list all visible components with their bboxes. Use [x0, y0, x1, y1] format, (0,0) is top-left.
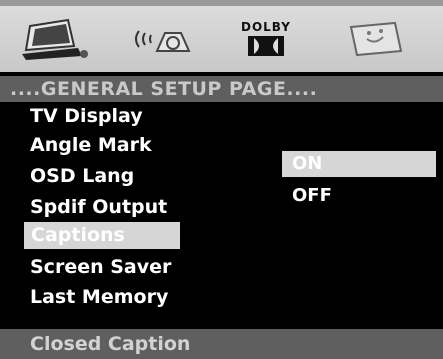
setup-tab-bar: DOLBY: [0, 0, 443, 72]
tab-dolby-setup[interactable]: DOLBY: [220, 12, 312, 66]
help-caption: Closed Caption: [0, 329, 443, 359]
general-setup-icon: [22, 18, 88, 60]
dolby-icon: DOLBY: [241, 20, 291, 58]
dvd-setup-screen: DOLBY ....GENERAL SETUP PAGE.... TV Disp…: [0, 0, 443, 359]
menu-item-captions[interactable]: Captions: [24, 222, 180, 249]
option-on[interactable]: ON: [282, 151, 436, 177]
menu-item-spdif-output[interactable]: Spdif Output: [30, 194, 167, 221]
menu-item-tv-display[interactable]: TV Display: [30, 103, 143, 130]
tab-general-setup[interactable]: [12, 12, 104, 66]
tab-preference-setup[interactable]: [330, 12, 422, 66]
option-off[interactable]: OFF: [282, 183, 332, 209]
speaker-audio-icon: [135, 30, 191, 52]
menu-item-angle-mark[interactable]: Angle Mark: [30, 132, 152, 159]
tab-audio-setup[interactable]: [118, 12, 210, 66]
menu-item-osd-lang[interactable]: OSD Lang: [30, 163, 134, 190]
preference-icon: [349, 21, 403, 57]
page-title: ....GENERAL SETUP PAGE....: [0, 76, 443, 102]
menu-item-last-memory[interactable]: Last Memory: [30, 284, 168, 311]
menu-item-screen-saver[interactable]: Screen Saver: [30, 254, 171, 281]
dolby-label: DOLBY: [241, 20, 291, 34]
